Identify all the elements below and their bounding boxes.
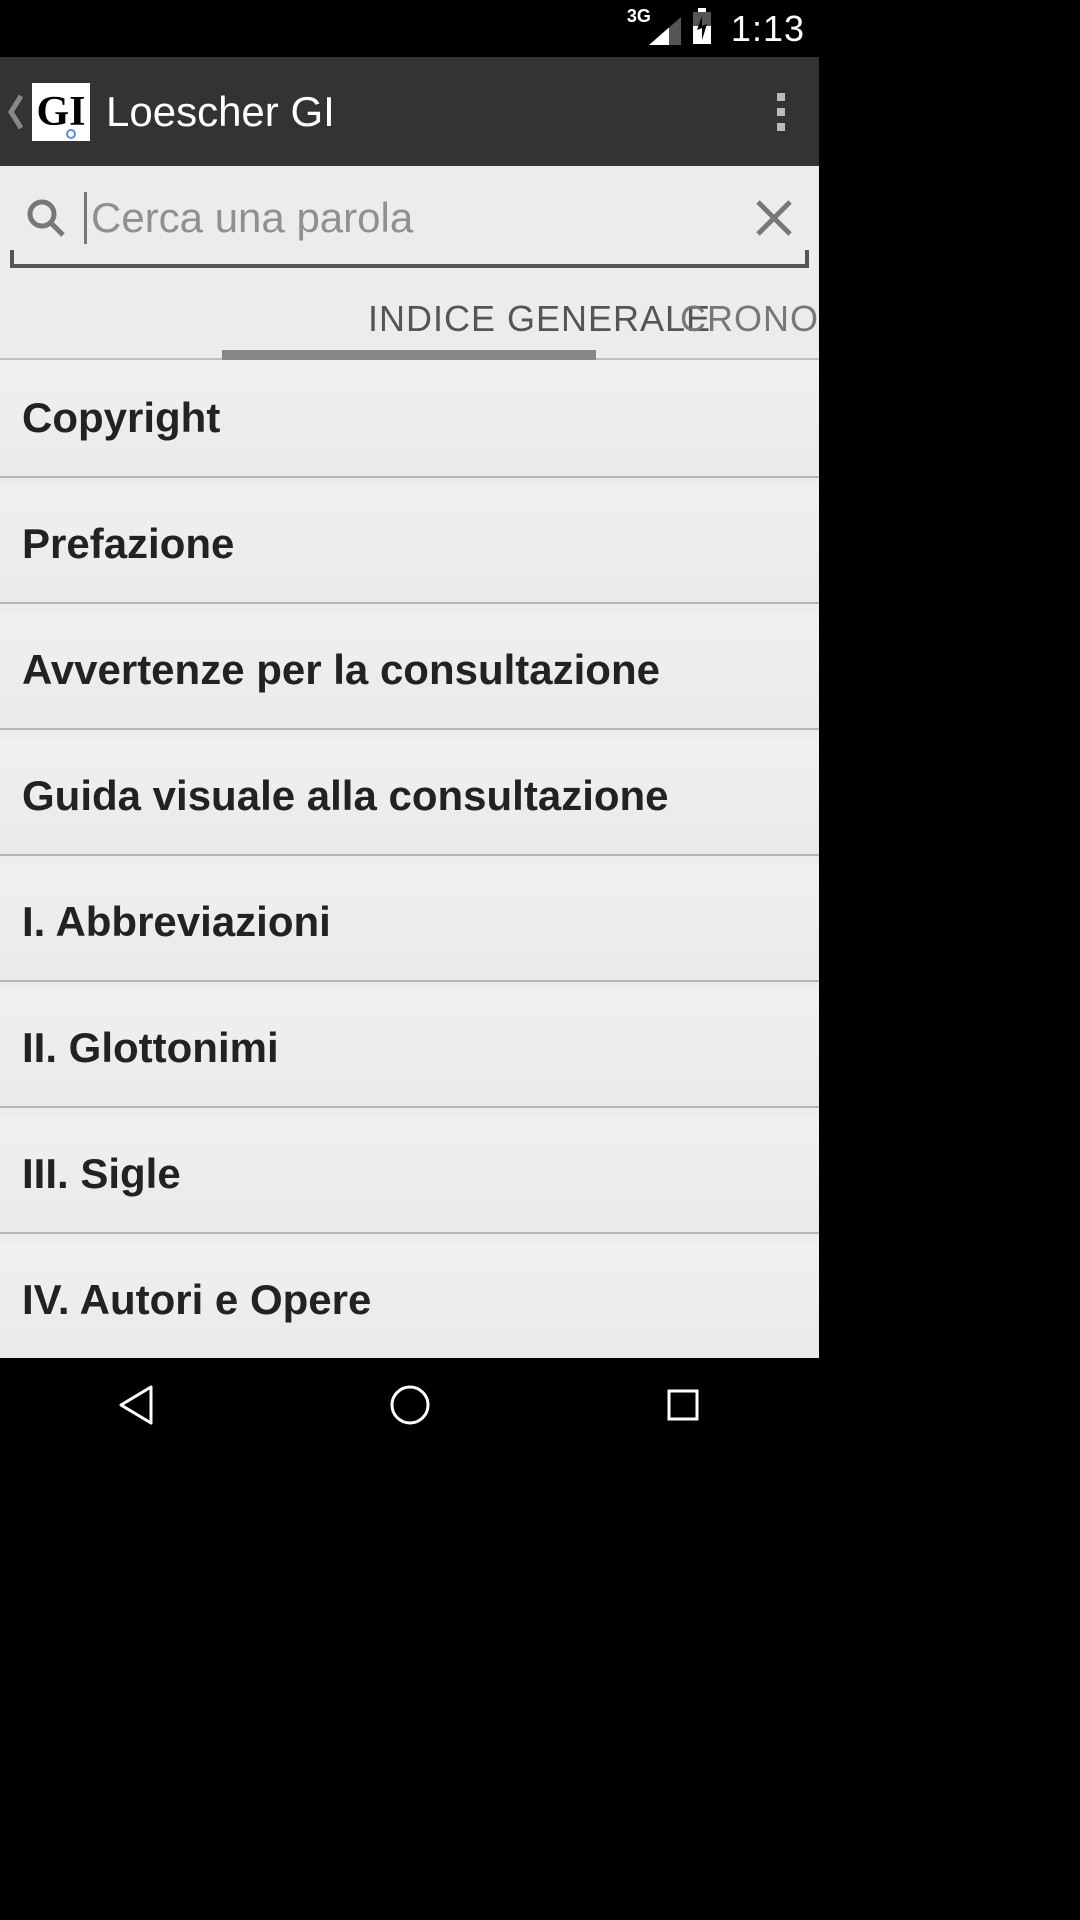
signal-indicator: 3G	[649, 12, 681, 45]
network-label: 3G	[627, 6, 651, 27]
list-item[interactable]: III. Sigle	[0, 1116, 819, 1234]
list-item[interactable]: II. Glottonimi	[0, 990, 819, 1108]
index-list[interactable]: Copyright Prefazione Avvertenze per la c…	[0, 360, 819, 1358]
list-item[interactable]: Copyright	[0, 360, 819, 478]
list-item[interactable]: Avvertenze per la consultazione	[0, 612, 819, 730]
text-cursor	[84, 192, 87, 244]
app-icon-accent	[66, 129, 76, 139]
tab-bar: INDICE GENERALE CRONO	[0, 272, 819, 360]
back-button[interactable]	[0, 57, 32, 166]
tab-indice-generale[interactable]: INDICE GENERALE	[368, 298, 711, 358]
app-icon: GI	[32, 83, 90, 141]
clear-search-button[interactable]	[739, 196, 809, 240]
clock: 1:13	[731, 8, 805, 50]
system-nav-bar	[0, 1358, 819, 1456]
app-title: Loescher GI	[106, 88, 761, 136]
app-icon-text: GI	[36, 91, 85, 133]
content-area: Cerca una parola INDICE GENERALE CRONO C…	[0, 166, 819, 1358]
list-item[interactable]: Prefazione	[0, 486, 819, 604]
search-box[interactable]: Cerca una parola	[10, 172, 809, 268]
battery-icon	[691, 8, 713, 49]
list-item[interactable]: Guida visuale alla consultazione	[0, 738, 819, 856]
action-bar: GI Loescher GI	[0, 57, 819, 166]
tab-indicator	[222, 350, 596, 360]
nav-back-button[interactable]	[111, 1379, 163, 1436]
search-placeholder: Cerca una parola	[91, 194, 739, 242]
list-item[interactable]: I. Abbreviazioni	[0, 864, 819, 982]
search-icon	[10, 197, 82, 239]
list-item[interactable]: IV. Autori e Opere	[0, 1242, 819, 1358]
overflow-menu-button[interactable]	[761, 82, 801, 142]
nav-home-button[interactable]	[384, 1379, 436, 1436]
status-bar: 3G 1:13	[0, 0, 819, 57]
tab-cronologia-partial[interactable]: CRONO	[680, 298, 819, 358]
nav-recents-button[interactable]	[657, 1379, 709, 1436]
